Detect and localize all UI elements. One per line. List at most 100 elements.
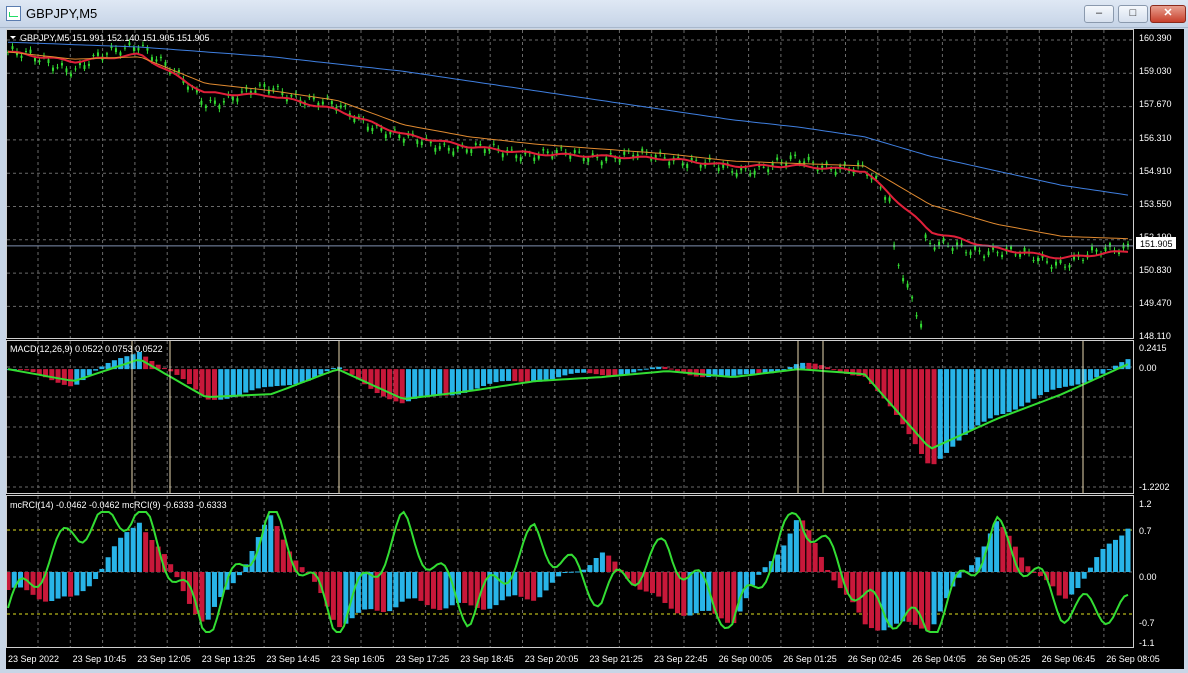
macd-histogram-bar xyxy=(631,369,637,373)
candle-body xyxy=(573,150,576,153)
rci-histogram-bar xyxy=(1100,548,1106,572)
rci-histogram-bar xyxy=(230,572,236,584)
macd-histogram-bar xyxy=(524,369,530,383)
candle-body xyxy=(965,252,968,254)
macd-histogram-bar xyxy=(674,369,680,372)
macd-histogram-bar xyxy=(737,369,743,375)
rci-histogram-bar xyxy=(868,572,874,629)
minimize-button[interactable]: – xyxy=(1084,5,1114,23)
candle-body xyxy=(483,149,486,153)
rci-histogram-bar xyxy=(274,526,280,572)
rci-histogram-bar xyxy=(1056,572,1062,596)
rci-histogram-bar xyxy=(437,572,443,611)
rci-histogram-bar xyxy=(524,572,530,600)
macd-histogram-bar xyxy=(725,369,731,376)
rci-histogram-bar xyxy=(387,572,393,612)
macd-histogram-bar xyxy=(268,369,274,387)
candle-body xyxy=(438,146,441,150)
rci-histogram-bar xyxy=(543,572,549,591)
candle-body xyxy=(420,141,423,146)
candle-body xyxy=(434,147,437,152)
rci-histogram-bar xyxy=(1050,572,1056,587)
current-price-label: 151.905 xyxy=(1140,239,1173,249)
macd-histogram-bar xyxy=(956,369,962,441)
candle-body xyxy=(447,147,450,151)
candle-body xyxy=(209,99,212,101)
trading-chart[interactable]: GBPJPY,M5 151.991 152.140 151.905 151.90… xyxy=(6,29,1184,669)
candle-body xyxy=(515,155,518,159)
candle-body xyxy=(587,158,590,162)
rci-histogram-bar xyxy=(393,572,399,608)
price-level-label: 160.390 xyxy=(1139,33,1172,43)
candle-body xyxy=(663,157,666,159)
rci-histogram-bar xyxy=(462,572,468,603)
rci-histogram-bar xyxy=(337,572,343,628)
candle-body xyxy=(767,169,770,173)
candle-body xyxy=(794,154,797,157)
rci-histogram-bar xyxy=(969,565,975,572)
candle-body xyxy=(384,134,387,139)
candle-body xyxy=(398,134,401,138)
rci-histogram-bar xyxy=(168,564,174,572)
rci-histogram-bar xyxy=(499,572,505,601)
rci-histogram-bar xyxy=(405,572,411,599)
macd-histogram-bar xyxy=(950,369,956,447)
macd-histogram-bar xyxy=(468,369,474,391)
candle-body xyxy=(123,47,126,49)
rci-histogram-bar xyxy=(756,572,762,575)
rci-histogram-bar xyxy=(531,572,537,601)
rci-histogram-bar xyxy=(862,572,868,625)
maximize-button[interactable]: □ xyxy=(1118,5,1148,23)
macd-histogram-bar xyxy=(74,369,80,385)
candle-body xyxy=(974,246,977,250)
candle-body xyxy=(389,131,392,135)
time-label: 26 Sep 08:05 xyxy=(1106,654,1160,664)
window-titlebar[interactable]: GBPJPY,M5 – □ ✕ xyxy=(0,0,1188,28)
macd-histogram-bar xyxy=(249,369,255,391)
macd-histogram-bar xyxy=(700,369,706,378)
macd-histogram-bar xyxy=(412,369,418,399)
candle-body xyxy=(38,60,41,62)
macd-histogram-bar xyxy=(574,369,580,373)
candle-body xyxy=(641,148,644,152)
rci-histogram-bar xyxy=(793,520,799,572)
candle-body xyxy=(686,164,689,168)
macd-histogram-bar xyxy=(831,369,837,371)
candle-body xyxy=(969,251,972,255)
rci-histogram-bar xyxy=(412,572,418,599)
candle-body xyxy=(258,84,261,86)
close-button[interactable]: ✕ xyxy=(1150,5,1186,23)
macd-header: MACD(12,26,9) 0.0522 0.0753 0.0522 xyxy=(10,344,163,354)
macd-histogram-bar xyxy=(255,369,261,389)
rci-histogram-bar xyxy=(149,539,155,572)
candle-body xyxy=(416,140,419,144)
macd-histogram-bar xyxy=(643,368,649,370)
rci-histogram-bar xyxy=(537,572,543,598)
rci-histogram-bar xyxy=(912,572,918,625)
macd-histogram-bar xyxy=(981,369,987,422)
candle-body xyxy=(582,157,585,162)
candle-body xyxy=(753,170,756,175)
macd-level-label: 0.00 xyxy=(1139,363,1157,373)
candle-body xyxy=(132,46,135,51)
macd-histogram-bar xyxy=(443,369,449,396)
candle-body xyxy=(114,48,117,53)
macd-histogram-bar xyxy=(243,369,249,393)
candle-body xyxy=(798,161,801,163)
rci-histogram-bar xyxy=(74,572,80,596)
candle-body xyxy=(141,44,144,46)
rci-histogram-bar xyxy=(831,572,837,581)
macd-level-label: 0.2415 xyxy=(1139,343,1167,353)
rci-histogram-bar xyxy=(399,572,405,602)
macd-histogram-bar xyxy=(205,369,211,400)
macd-histogram-bar xyxy=(1050,369,1056,390)
macd-histogram-bar xyxy=(24,369,30,371)
rci-histogram-bar xyxy=(687,572,693,616)
candle-body xyxy=(402,138,405,143)
macd-histogram-bar xyxy=(224,369,230,399)
macd-histogram-bar xyxy=(174,369,180,375)
macd-histogram-bar xyxy=(186,369,192,385)
rci-level-label: 0.00 xyxy=(1139,572,1157,582)
candle-body xyxy=(888,197,891,202)
price-level-label: 159.030 xyxy=(1139,66,1172,76)
